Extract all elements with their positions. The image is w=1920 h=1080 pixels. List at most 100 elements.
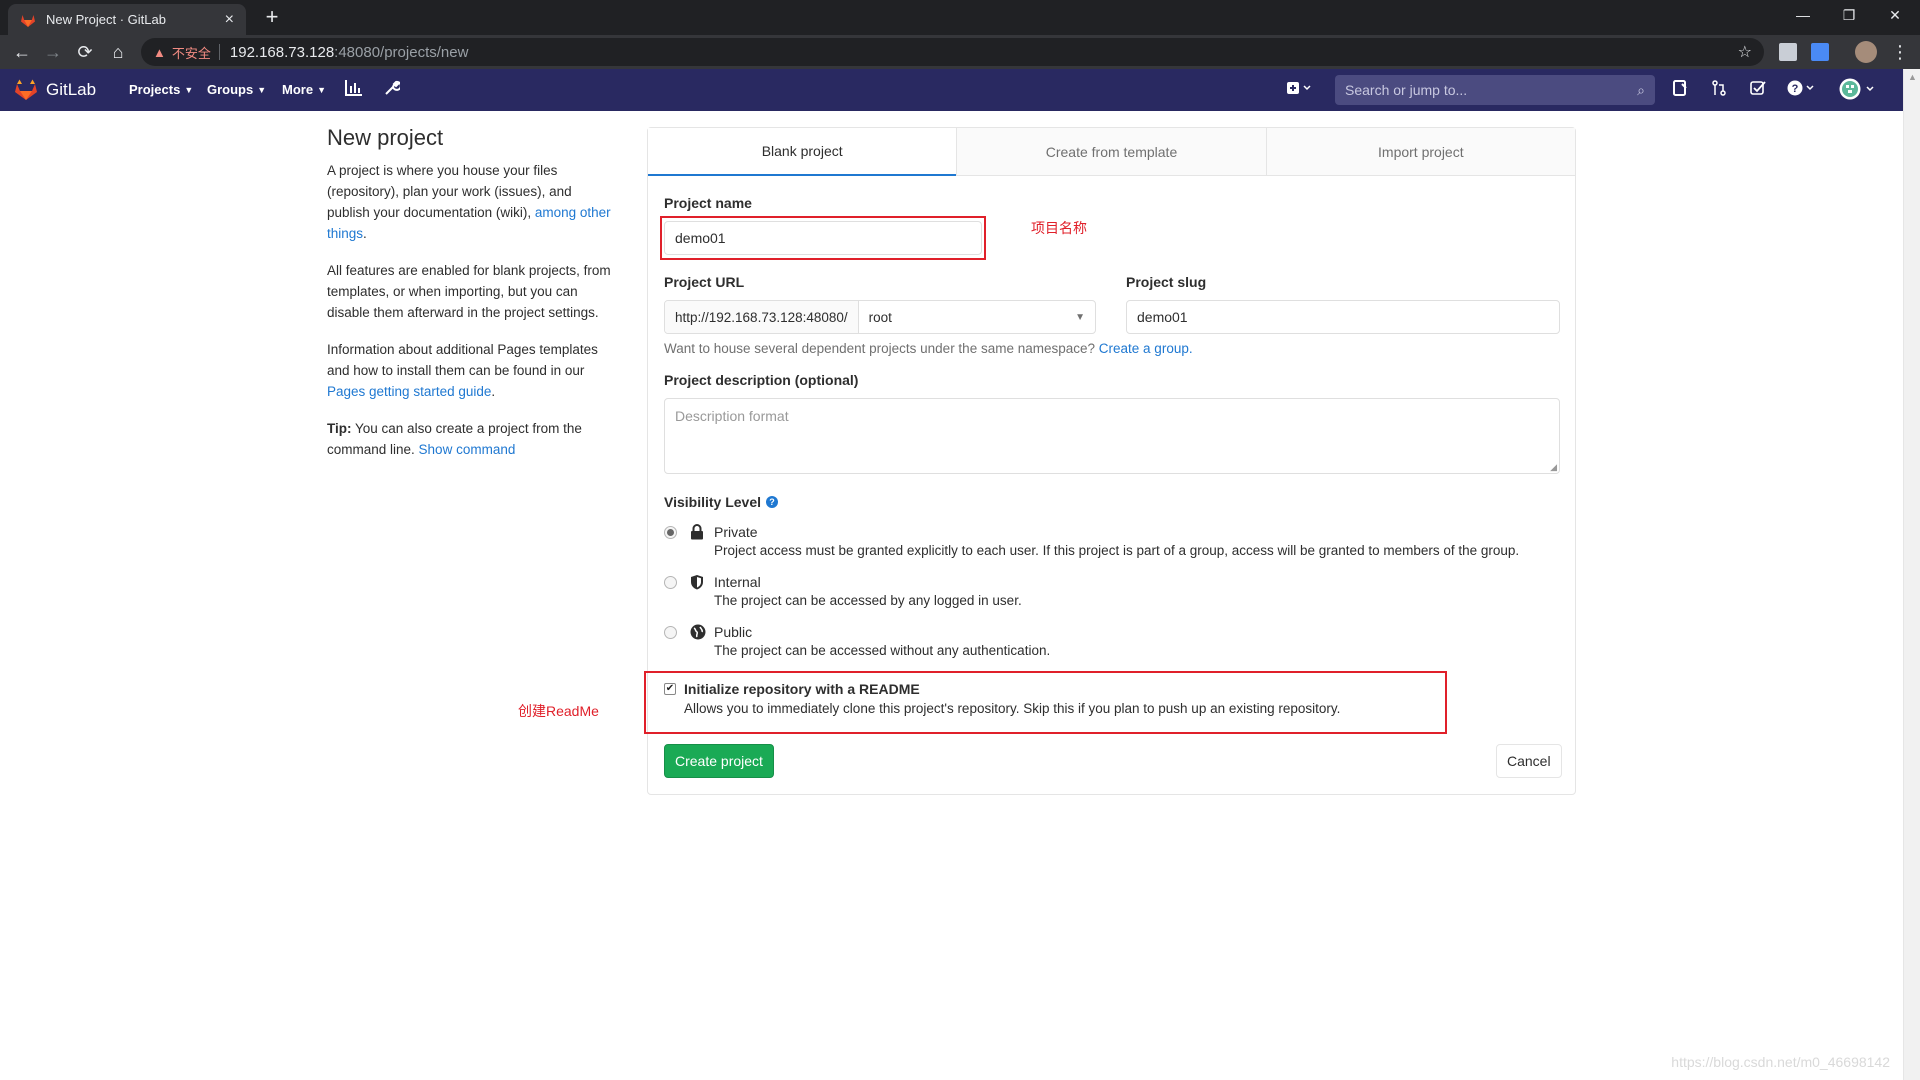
show-command-link[interactable]: Show command [419,442,516,457]
home-icon[interactable]: ⌂ [104,38,132,66]
back-icon[interactable]: ← [8,38,36,66]
nav-groups[interactable]: Groups ▼ [207,82,266,97]
browser-tab[interactable]: New Project · GitLab × [8,4,246,35]
namespace-help-text: Want to house several dependent projects… [664,341,1099,356]
search-input[interactable]: Search or jump to... ⌕ [1335,75,1655,105]
readme-checkbox[interactable]: ✔ [664,683,676,695]
browser-toolbar: ← → ⟳ ⌂ ▲ 不安全 192.168.73.128 :48080/proj… [0,35,1920,69]
merge-requests-icon[interactable] [1711,80,1727,101]
bookmark-star-icon[interactable]: ☆ [1738,42,1752,62]
gitlab-navbar: GitLab Projects ▼ Groups ▼ More ▼ Search… [0,69,1903,111]
visibility-public-desc: The project can be accessed without any … [714,643,1051,658]
todo-check-icon[interactable] [1750,80,1766,101]
new-tab-button[interactable]: + [260,4,284,29]
description-placeholder: Description format [675,408,789,424]
address-divider [218,44,220,60]
cancel-button[interactable]: Cancel [1496,744,1562,778]
project-info-column: New project A project is where you house… [327,127,617,476]
close-window-button[interactable]: ✕ [1872,0,1918,30]
visibility-private-title: Private [714,524,758,540]
translate-extension-icon[interactable] [1811,43,1829,61]
extension-icon[interactable] [1779,43,1797,61]
tab-create-from-template[interactable]: Create from template [956,128,1266,176]
todos-issues-icon[interactable] [1672,80,1688,101]
shield-icon [690,574,704,595]
info-paragraph-features: All features are enabled for blank proje… [327,263,611,320]
address-bar[interactable]: ▲ 不安全 192.168.73.128 :48080/projects/new… [141,38,1764,66]
nav-projects[interactable]: Projects ▼ [129,82,193,97]
info-paragraph-pages: Information about additional Pages templ… [327,339,617,402]
project-slug-input[interactable]: demo01 [1126,300,1560,334]
namespace-value: root [868,309,892,325]
tab-title: New Project · GitLab [46,12,166,27]
info-paragraph-intro: A project is where you house your files … [327,160,617,244]
pages-text: Information about additional Pages templ… [327,342,598,378]
insecure-label: 不安全 [171,45,211,61]
pages-end: . [491,384,496,399]
chevron-down-icon: ▼ [184,84,194,95]
gitlab-favicon-icon [21,14,35,27]
visibility-internal-title: Internal [714,574,761,590]
chevron-down-icon: ▼ [317,84,326,95]
restore-button[interactable]: ❐ [1826,0,1872,30]
tab-blank-project[interactable]: Blank project [648,128,957,176]
visibility-public-title: Public [714,624,753,640]
tip-label: Tip: [327,421,352,436]
readme-label: Initialize repository with a README [684,681,920,697]
nav-projects-label: Projects [129,82,181,97]
namespace-select[interactable]: root ▼ [859,301,1095,333]
help-icon[interactable]: ? [766,496,779,508]
new-item-plus-icon[interactable] [1286,80,1314,101]
lock-icon [690,524,704,545]
user-avatar-menu[interactable] [1839,78,1877,105]
browser-tab-bar: New Project · GitLab × + — ❐ ✕ [0,0,1920,35]
description-label: Project description (optional) [664,372,859,388]
minimize-button[interactable]: — [1780,0,1826,30]
scroll-up-icon[interactable]: ▲ [1908,72,1917,82]
visibility-private-radio[interactable] [664,526,677,539]
new-project-panel: Blank project Create from template Impor… [644,127,1576,795]
nav-groups-label: Groups [207,82,254,97]
create-group-link[interactable]: Create a group. [1099,341,1193,356]
pages-guide-link[interactable]: Pages getting started guide [327,384,491,399]
readme-desc: Allows you to immediately clone this pro… [684,701,1341,716]
project-name-label: Project name [664,195,752,211]
project-url-group: http://192.168.73.128:48080/ root ▼ [664,300,1096,334]
warning-icon: ▲ [153,44,166,60]
info-paragraph-tip: Tip: You can also create a project from … [327,418,617,460]
create-project-button[interactable]: Create project [664,744,774,778]
project-name-input[interactable]: demo01 [664,221,982,255]
readme-annotation: 创建ReadMe [518,703,599,719]
search-icon: ⌕ [1637,81,1645,98]
intro-end: . [363,226,367,241]
activity-chart-icon[interactable] [345,80,363,101]
project-url-label: Project URL [664,274,745,290]
globe-icon [690,624,706,645]
search-placeholder: Search or jump to... [1345,82,1468,98]
nav-more-label: More [282,82,314,97]
gitlab-logo[interactable]: GitLab [14,79,96,101]
description-textarea[interactable]: Description format ◢ [664,398,1560,474]
tab-close-icon[interactable]: × [225,11,234,29]
forward-icon[interactable]: → [39,38,67,66]
chevron-down-icon: ▼ [257,84,267,95]
tab-import-project[interactable]: Import project [1265,128,1575,176]
browser-menu-icon[interactable]: ⋮ [1886,38,1914,66]
visibility-internal-radio[interactable] [664,576,677,589]
project-type-tabs: Blank project Create from template Impor… [648,128,1575,176]
nav-more[interactable]: More ▼ [282,82,326,97]
visibility-public-radio[interactable] [664,626,677,639]
profile-avatar[interactable] [1855,41,1877,63]
page-scrollbar[interactable]: ▲ [1903,69,1920,1080]
admin-wrench-icon[interactable] [384,80,402,101]
resize-handle-icon[interactable]: ◢ [1550,462,1557,473]
visibility-label: Visibility Level [664,494,762,510]
project-slug-label: Project slug [1126,274,1207,290]
chevron-down-icon: ▼ [1075,311,1085,323]
reload-icon[interactable]: ⟳ [71,38,99,66]
watermark: https://blog.csdn.net/m0_46698142 [1671,1054,1890,1070]
help-icon[interactable]: ? [1787,80,1817,101]
visibility-internal-desc: The project can be accessed by any logge… [714,593,1022,608]
namespace-help: Want to house several dependent projects… [664,341,1193,356]
visibility-private-desc: Project access must be granted explicitl… [714,543,1520,558]
